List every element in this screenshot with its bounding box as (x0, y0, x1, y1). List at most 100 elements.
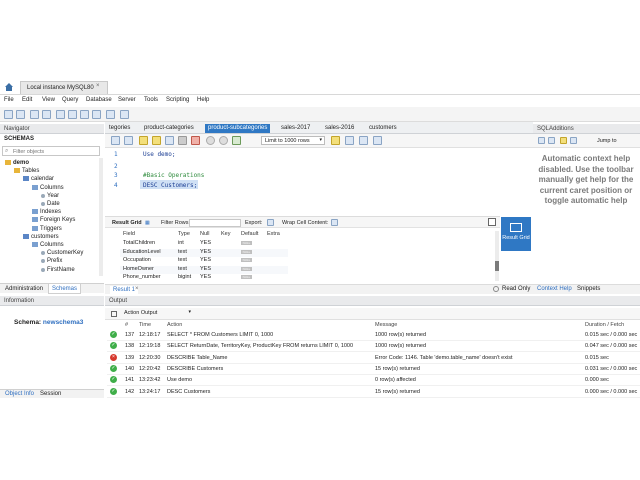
result-grid-side-button[interactable]: Result Grid (501, 217, 531, 251)
create-view-icon[interactable] (68, 110, 77, 119)
tab-object-info[interactable]: Object Info (5, 391, 34, 397)
tab-context-help[interactable]: Context Help (537, 286, 572, 292)
table-row[interactable]: TotalChildren int YES NULL (120, 240, 288, 248)
beautify-icon[interactable] (331, 136, 340, 145)
tab-snippets[interactable]: Snippets (577, 286, 600, 292)
export-icon[interactable] (267, 219, 274, 226)
new-sql-tab-icon[interactable] (4, 110, 13, 119)
open-sql-script-icon[interactable] (16, 110, 25, 119)
column-header[interactable]: Null (200, 231, 209, 237)
output-row[interactable]: ✓ 141 13:23:42 Use demo 0 row(s) affected 0.0… (107, 375, 640, 387)
tree-scrollbar[interactable] (99, 158, 103, 276)
tree-item[interactable]: Indexes (32, 209, 61, 215)
execute-icon[interactable] (139, 136, 148, 145)
tab-result-1[interactable]: Result 1 (110, 286, 139, 294)
table-cell[interactable]: TotalChildren (123, 240, 155, 246)
menu-query[interactable]: Query (62, 97, 78, 103)
table-row[interactable]: EducationLevel text YES NULL (120, 248, 288, 257)
table-cell[interactable]: YES (200, 249, 211, 255)
result-scrollbar[interactable] (495, 231, 499, 281)
invisible-chars-icon[interactable] (359, 136, 368, 145)
tree-item[interactable]: Year (41, 193, 59, 199)
tab-customers[interactable]: customers (366, 124, 400, 133)
tab-session[interactable]: Session (40, 391, 61, 397)
code-line[interactable]: #Basic Operations (143, 172, 204, 179)
output-row[interactable]: ✓ 140 12:20:42 DESCRIBE Customers 15 row(s) … (107, 364, 640, 375)
tab-sales-2016[interactable]: sales-2016 (322, 124, 357, 133)
tab-schemas[interactable]: Schemas (48, 284, 82, 294)
tree-item[interactable]: Columns (32, 184, 64, 191)
table-cell[interactable]: YES (200, 257, 211, 263)
output-row[interactable]: ✓ 137 12:18:17 SELECT * FROM Customers LIMI… (107, 330, 640, 341)
column-header[interactable]: Field (123, 231, 135, 237)
column-header[interactable]: Default (241, 231, 258, 237)
connection-tab[interactable]: Local instance MySQL80 (20, 81, 108, 94)
auto-help-icon[interactable] (560, 137, 567, 144)
column-header[interactable]: Key (221, 231, 230, 237)
table-row[interactable]: Phone_number bigint YES NULL (120, 274, 288, 282)
save-icon[interactable] (124, 136, 133, 145)
tab-administration[interactable]: Administration (5, 286, 43, 292)
table-cell[interactable]: HomeOwner (123, 266, 154, 272)
tab-sales-2017[interactable]: sales-2017 (278, 124, 313, 133)
close-icon[interactable]: × (96, 83, 100, 89)
null-cell[interactable]: NULL (241, 249, 252, 255)
manual-help-icon[interactable] (570, 137, 577, 144)
toggle-panel-icon[interactable] (488, 218, 496, 226)
tree-item[interactable]: Prefix (41, 258, 62, 264)
close-icon[interactable]: × (135, 286, 139, 292)
create-procedure-icon[interactable] (80, 110, 89, 119)
create-table-icon[interactable] (56, 110, 65, 119)
create-function-icon[interactable] (92, 110, 101, 119)
table-cell[interactable]: bigint (178, 274, 191, 280)
null-cell[interactable]: NULL (241, 266, 252, 272)
search-table-icon[interactable] (106, 110, 115, 119)
table-cell[interactable]: Occupation (123, 257, 151, 263)
wrap-lines-icon[interactable] (373, 136, 382, 145)
toggle-error-icon[interactable] (191, 136, 200, 145)
back-icon[interactable] (538, 137, 545, 144)
schema-info-icon[interactable] (30, 110, 39, 119)
menu-database[interactable]: Database (86, 97, 112, 103)
commit-icon[interactable] (206, 136, 215, 145)
column-header[interactable]: Extra (267, 231, 280, 237)
column-header[interactable]: Type (178, 231, 190, 237)
autocommit-icon[interactable] (232, 136, 241, 145)
code-line[interactable]: DESC Customers; (143, 182, 197, 189)
table-cell[interactable]: text (178, 257, 187, 263)
filter-rows-input[interactable] (189, 219, 241, 227)
menu-scripting[interactable]: Scripting (166, 97, 189, 103)
tree-item[interactable]: FirstName (41, 267, 75, 273)
output-row[interactable]: × 139 12:20:30 DESCRIBE Table_Name Error Cod… (107, 353, 640, 364)
output-row[interactable]: ✓ 142 13:24:17 DESC Customers 15 row(s) retu… (107, 387, 640, 398)
table-cell[interactable]: Phone_number (123, 274, 161, 280)
tree-item[interactable]: Date (41, 201, 60, 207)
jump-to-label[interactable]: Jump to (597, 138, 617, 144)
table-row[interactable]: Occupation text YES NULL (120, 257, 288, 265)
reconnect-icon[interactable] (120, 110, 129, 119)
tab-product-subcategories[interactable]: product-subcategories (205, 124, 271, 133)
open-file-icon[interactable] (111, 136, 120, 145)
explain-icon[interactable] (165, 136, 174, 145)
output-row[interactable]: ✓ 138 12:19:18 SELECT ReturnDate, Territory… (107, 341, 640, 353)
wrap-cell-icon[interactable] (331, 219, 338, 226)
table-cell[interactable]: text (178, 249, 187, 255)
code-line[interactable]: Use demo; (143, 151, 176, 158)
null-cell[interactable]: NULL (241, 257, 252, 263)
tree-item[interactable]: customers (23, 233, 59, 240)
filter-objects-box[interactable]: ⌕ (2, 146, 100, 156)
forward-icon[interactable] (548, 137, 555, 144)
menu-server[interactable]: Server (118, 97, 136, 103)
tree-item[interactable]: Columns (32, 242, 64, 248)
table-cell[interactable]: EducationLevel (123, 249, 161, 255)
rollback-icon[interactable] (219, 136, 228, 145)
table-cell[interactable]: YES (200, 274, 211, 280)
menu-tools[interactable]: Tools (144, 97, 158, 103)
menu-file[interactable]: File (4, 97, 14, 103)
menu-edit[interactable]: Edit (22, 97, 32, 103)
execute-current-icon[interactable] (152, 136, 161, 145)
tree-item[interactable]: calendar (23, 176, 54, 182)
tree-item[interactable]: demo (5, 160, 29, 166)
tree-item[interactable]: Tables (14, 168, 39, 174)
table-row[interactable]: HomeOwner text YES NULL (120, 265, 288, 274)
